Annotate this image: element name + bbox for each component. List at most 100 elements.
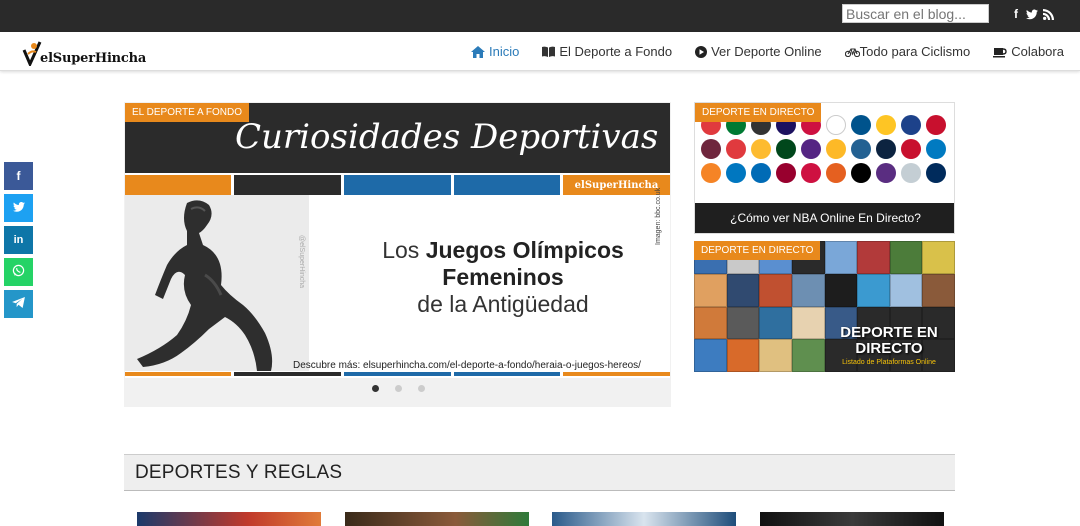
article-thumbnail[interactable]: [552, 512, 736, 526]
stripe: [234, 175, 341, 195]
play-circle-icon: [695, 45, 708, 58]
collage-tile: [889, 241, 923, 274]
collage-tile: [759, 339, 792, 372]
nav-item-colabora[interactable]: Colabora: [993, 44, 1064, 59]
stripe: [454, 372, 560, 376]
stripe: [125, 175, 231, 195]
team-logo: [926, 163, 946, 183]
nav-item-deporte-a-fondo[interactable]: El Deporte a Fondo: [542, 44, 672, 59]
team-logo: [826, 139, 846, 159]
team-logo: [826, 163, 846, 183]
stripe: [344, 175, 451, 195]
stripe: [344, 372, 451, 376]
rss-icon[interactable]: [1042, 7, 1054, 21]
nav-item-ver-deporte-online[interactable]: Ver Deporte Online: [695, 44, 822, 59]
collage-tile: [726, 273, 760, 307]
telegram-share-button[interactable]: [4, 290, 33, 318]
collage-tile: [694, 339, 727, 372]
collage-tile: [759, 273, 792, 307]
logo-text: elSuperHincha: [40, 51, 147, 66]
team-logo: [901, 139, 921, 159]
team-logo: [926, 115, 946, 135]
facebook-share-button[interactable]: f: [4, 162, 33, 190]
article-thumbnail[interactable]: [345, 512, 529, 526]
facebook-icon[interactable]: f: [1010, 7, 1022, 21]
article-thumbnail[interactable]: [137, 512, 321, 526]
search-input[interactable]: [842, 4, 989, 23]
slide-headline: Los Juegos Olímpicos Femeninos de la Ant…: [343, 237, 663, 318]
slider-dots: [372, 385, 425, 392]
slide-active[interactable]: Curiosidades Deportivas EL DEPORTE A FON…: [125, 103, 670, 378]
team-logo: [876, 139, 896, 159]
article-thumbnail[interactable]: [760, 512, 944, 526]
team-logo: [726, 139, 746, 159]
nav-item-todo-para-ciclismo[interactable]: Todo para Ciclismo: [844, 44, 970, 59]
site-logo[interactable]: elSuperHincha: [22, 38, 147, 68]
team-logo: [826, 115, 846, 135]
slider-dot[interactable]: [418, 385, 425, 392]
team-logo: [701, 139, 721, 159]
team-logo: [926, 139, 946, 159]
logo-icon: [22, 40, 42, 68]
team-logo: [901, 163, 921, 183]
card-subcaption: Listado de Plataformas Online: [842, 359, 936, 366]
slide-stripes: elSuperHincha: [125, 175, 670, 195]
twitter-icon: [12, 201, 25, 215]
nba-logos: [701, 115, 948, 183]
slider-dot[interactable]: [395, 385, 402, 392]
headline-line-3: de la Antigüedad: [417, 291, 589, 317]
category-tag[interactable]: EL DEPORTE A FONDO: [125, 103, 250, 122]
team-logo: [801, 139, 821, 159]
nba-card[interactable]: DEPORTE EN DIRECTO ¿Cómo ver NBA Online …: [694, 102, 955, 234]
slide-bottom-stripes: [125, 372, 670, 376]
collage-tile: [726, 339, 760, 372]
collage-tile: [824, 241, 858, 274]
nav-item-inicio[interactable]: Inicio: [471, 44, 519, 59]
collage-tile: [922, 273, 955, 307]
nav-item-label: Ver Deporte Online: [711, 44, 822, 59]
collage-tile: [791, 306, 825, 340]
collage-tile: [791, 273, 825, 307]
team-logo: [751, 139, 771, 159]
slide-brand-text: elSuperHincha: [574, 179, 659, 191]
linkedin-share-button[interactable]: in: [4, 226, 33, 254]
collage-tile: [889, 273, 923, 307]
team-logo: [901, 115, 921, 135]
nav-menu: Inicio El Deporte a Fondo Ver Deporte On…: [471, 32, 1080, 71]
share-sidebar: f in: [4, 162, 33, 322]
whatsapp-share-button[interactable]: [4, 258, 33, 286]
team-logo: [701, 163, 721, 183]
card-tag[interactable]: DEPORTE EN DIRECTO: [694, 241, 821, 260]
collage-tile: [922, 241, 955, 274]
telegram-icon: [12, 297, 25, 311]
collage-tile: [791, 339, 825, 372]
team-logo: [776, 163, 796, 183]
collage-tile: [726, 306, 760, 340]
card-tag[interactable]: DEPORTE EN DIRECTO: [695, 103, 822, 122]
slide-url[interactable]: Descubre más: elsuperhincha.com/el-depor…: [293, 360, 641, 371]
deporte-directo-card[interactable]: DEPORTE EN DIRECTO DEPORTE EN DIRECTO Li…: [694, 241, 955, 372]
team-logo: [876, 115, 896, 135]
team-logo: [876, 163, 896, 183]
slider-dot[interactable]: [372, 385, 379, 392]
section-header: DEPORTES Y REGLAS: [124, 454, 955, 491]
card-caption: DEPORTE EN DIRECTO: [824, 325, 954, 357]
stripe: [563, 372, 670, 376]
featured-slider[interactable]: Curiosidades Deportivas EL DEPORTE A FON…: [124, 102, 671, 407]
home-icon: [471, 45, 485, 58]
nav-item-label: Inicio: [489, 44, 520, 59]
collage-tile: [694, 273, 727, 307]
headline-bold: Juegos Olímpicos: [425, 237, 624, 263]
collage-tile: [694, 306, 727, 340]
twitter-share-button[interactable]: [4, 194, 33, 222]
whatsapp-icon: [12, 264, 25, 280]
team-logo: [726, 163, 746, 183]
image-credit: Imagen: bbc.co.uk: [655, 187, 662, 245]
statue-image: [125, 195, 309, 371]
card-caption-text: DEPORTE EN DIRECTO: [840, 324, 938, 357]
slide-watermark: @elSuperHincha: [298, 235, 305, 289]
twitter-icon[interactable]: [1026, 7, 1038, 21]
headline-plain: Los: [382, 237, 426, 263]
headline-line-2: Femeninos: [442, 264, 564, 290]
slide-brand: elSuperHincha: [563, 175, 670, 195]
